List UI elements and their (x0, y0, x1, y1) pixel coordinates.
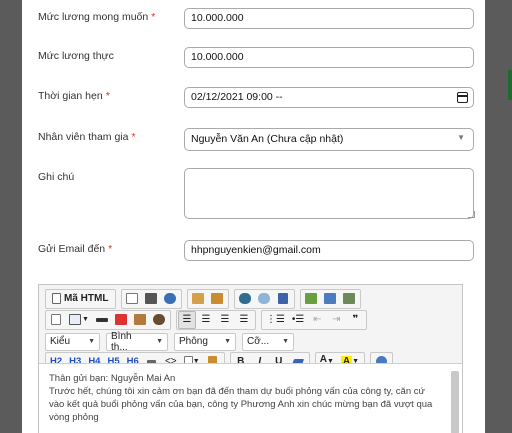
staff-select[interactable]: Nguyễn Văn An (Chưa cập nhật) ▼ (184, 128, 474, 151)
appointment-label: Thời gian hẹn * (38, 90, 110, 102)
emoji-button[interactable] (131, 311, 149, 329)
list-group: ⋮☰ •☰ ⇤ ⇥ ❞ (260, 309, 368, 330)
format-combo-label: Bình th... (111, 330, 132, 353)
desired-salary-input[interactable]: 10.000.000 (184, 8, 474, 29)
chevron-down-icon: ▼ (156, 338, 163, 345)
horizontal-line-icon (95, 317, 108, 322)
paste-icon (192, 293, 205, 304)
accessibility-button[interactable] (255, 290, 273, 308)
media-icon (324, 293, 337, 304)
size-combo[interactable]: Cỡ... ▼ (242, 332, 294, 351)
calendar-icon[interactable] (457, 92, 468, 103)
appointment-row: Thời gian hẹn * 02/12/2021 09:00 -- (38, 87, 474, 109)
align-left-button[interactable]: ☰ (177, 310, 196, 329)
insert-group (300, 288, 362, 309)
actual-salary-input[interactable]: 10.000.000 (184, 47, 474, 68)
chevron-down-icon: ▼ (224, 338, 231, 345)
bullet-list-button[interactable]: •☰ (289, 311, 307, 329)
chevron-down-icon: ▼ (282, 338, 289, 345)
style-combo-label: Kiểu (50, 336, 71, 347)
toolbar-row-1: Mã HTML (45, 288, 366, 309)
style-combo[interactable]: Kiểu ▼ (45, 332, 100, 351)
actual-salary-row: Mức lương thực 10.000.000 (38, 47, 474, 69)
rich-text-editor: Mã HTML ▼ ☰ ☰ ☰ ☰ ⋮☰ •☰ ⇤ ⇥ ❞ Kiểu ▼ Bìn… (38, 284, 463, 433)
youtube-button[interactable] (112, 311, 130, 329)
format-combo[interactable]: Bình th... ▼ (106, 330, 168, 353)
clipboard-group (187, 288, 230, 309)
print-icon (145, 293, 158, 304)
attach-button[interactable] (340, 290, 358, 308)
source-html-button[interactable]: Mã HTML (47, 290, 113, 308)
source-group: Mã HTML (45, 288, 117, 309)
align-justify-button[interactable]: ☰ (235, 311, 253, 329)
chevron-down-icon: ▼ (88, 338, 95, 345)
toolbar-row-2: ▼ ☰ ☰ ☰ ☰ ⋮☰ •☰ ⇤ ⇥ ❞ (45, 309, 372, 330)
media-button[interactable] (321, 290, 339, 308)
staff-row: Nhân viên tham gia * Nguyễn Văn An (Chưa … (38, 128, 474, 152)
preview-icon (126, 293, 139, 304)
align-right-button[interactable]: ☰ (216, 311, 234, 329)
flag-button[interactable] (274, 290, 292, 308)
table-icon (69, 314, 81, 325)
send-email-label: Gửi Email đến * (38, 243, 113, 255)
staff-label: Nhân viên tham gia * (38, 131, 136, 143)
staff-selected-value: Nguyễn Văn An (Chưa cập nhật) (191, 133, 344, 145)
desired-salary-label: Mức lương mong muốn * (38, 11, 156, 23)
spellcheck-group (234, 288, 296, 309)
editor-content[interactable]: Thân gửi bạn: Nguyễn Mai An Trước hết, c… (39, 363, 462, 433)
flag-icon (278, 293, 289, 304)
content-line-1: Thân gửi bạn: Nguyễn Mai An (49, 373, 176, 384)
image-icon (305, 293, 318, 304)
editor-scrollbar[interactable] (451, 371, 459, 433)
send-email-input[interactable]: hhpnguyenkien@gmail.com (184, 240, 474, 261)
desired-salary-row: Mức lương mong muốn * 10.000.000 (38, 8, 474, 30)
image-button[interactable] (302, 290, 320, 308)
align-center-button[interactable]: ☰ (197, 311, 215, 329)
chevron-down-icon: ▼ (457, 133, 465, 142)
content-line-2: Trước hết, chúng tôi xin cảm ơn bạn đã đ… (49, 386, 433, 423)
special-char-button[interactable] (47, 311, 65, 329)
resize-handle-icon[interactable] (468, 211, 475, 218)
emoji-icon (133, 314, 146, 325)
outdent-button[interactable]: ⇤ (308, 311, 326, 329)
note-textarea[interactable] (184, 168, 474, 219)
font-combo-label: Phông (179, 336, 208, 347)
blockquote-button[interactable]: ❞ (346, 311, 364, 329)
youtube-icon (114, 314, 127, 325)
print-button[interactable] (142, 290, 160, 308)
paste-text-icon (211, 293, 224, 304)
candidate-form-modal: Mức lương mong muốn * 10.000.000 Mức lươn… (22, 0, 485, 433)
note-label: Ghi chú (38, 171, 75, 183)
numbered-list-button[interactable]: ⋮☰ (263, 311, 288, 329)
find-icon (164, 293, 177, 304)
hr-button[interactable] (93, 311, 111, 329)
font-combo[interactable]: Phông ▼ (174, 332, 236, 351)
find-button[interactable] (161, 290, 179, 308)
table-button[interactable]: ▼ (66, 311, 92, 329)
smiley-button[interactable] (150, 311, 168, 329)
preview-group (121, 288, 183, 309)
preview-button[interactable] (123, 290, 141, 308)
special-char-icon (51, 314, 61, 325)
paste-text-button[interactable] (208, 290, 226, 308)
paste-button[interactable] (189, 290, 207, 308)
background-accent (508, 70, 512, 100)
table-group: ▼ (45, 309, 171, 330)
smiley-icon (152, 314, 165, 325)
source-html-label: Mã HTML (64, 293, 109, 304)
document-icon (52, 293, 61, 304)
indent-button[interactable]: ⇥ (327, 311, 345, 329)
appointment-value: 02/12/2021 09:00 -- (191, 91, 283, 103)
attach-icon (343, 293, 356, 304)
note-row: Ghi chú (38, 168, 475, 220)
align-group: ☰ ☰ ☰ ☰ (175, 309, 256, 330)
spellcheck-button[interactable] (236, 290, 254, 308)
spellcheck-icon (239, 293, 252, 304)
actual-salary-label: Mức lương thực (38, 50, 114, 62)
toolbar-row-3: Kiểu ▼ Bình th... ▼ Phông ▼ Cỡ... ▼ (45, 330, 300, 353)
accessibility-icon (258, 293, 271, 304)
size-combo-label: Cỡ... (247, 336, 270, 347)
appointment-datetime-input[interactable]: 02/12/2021 09:00 -- (184, 87, 474, 108)
send-email-row: Gửi Email đến * hhpnguyenkien@gmail.com (38, 240, 474, 262)
